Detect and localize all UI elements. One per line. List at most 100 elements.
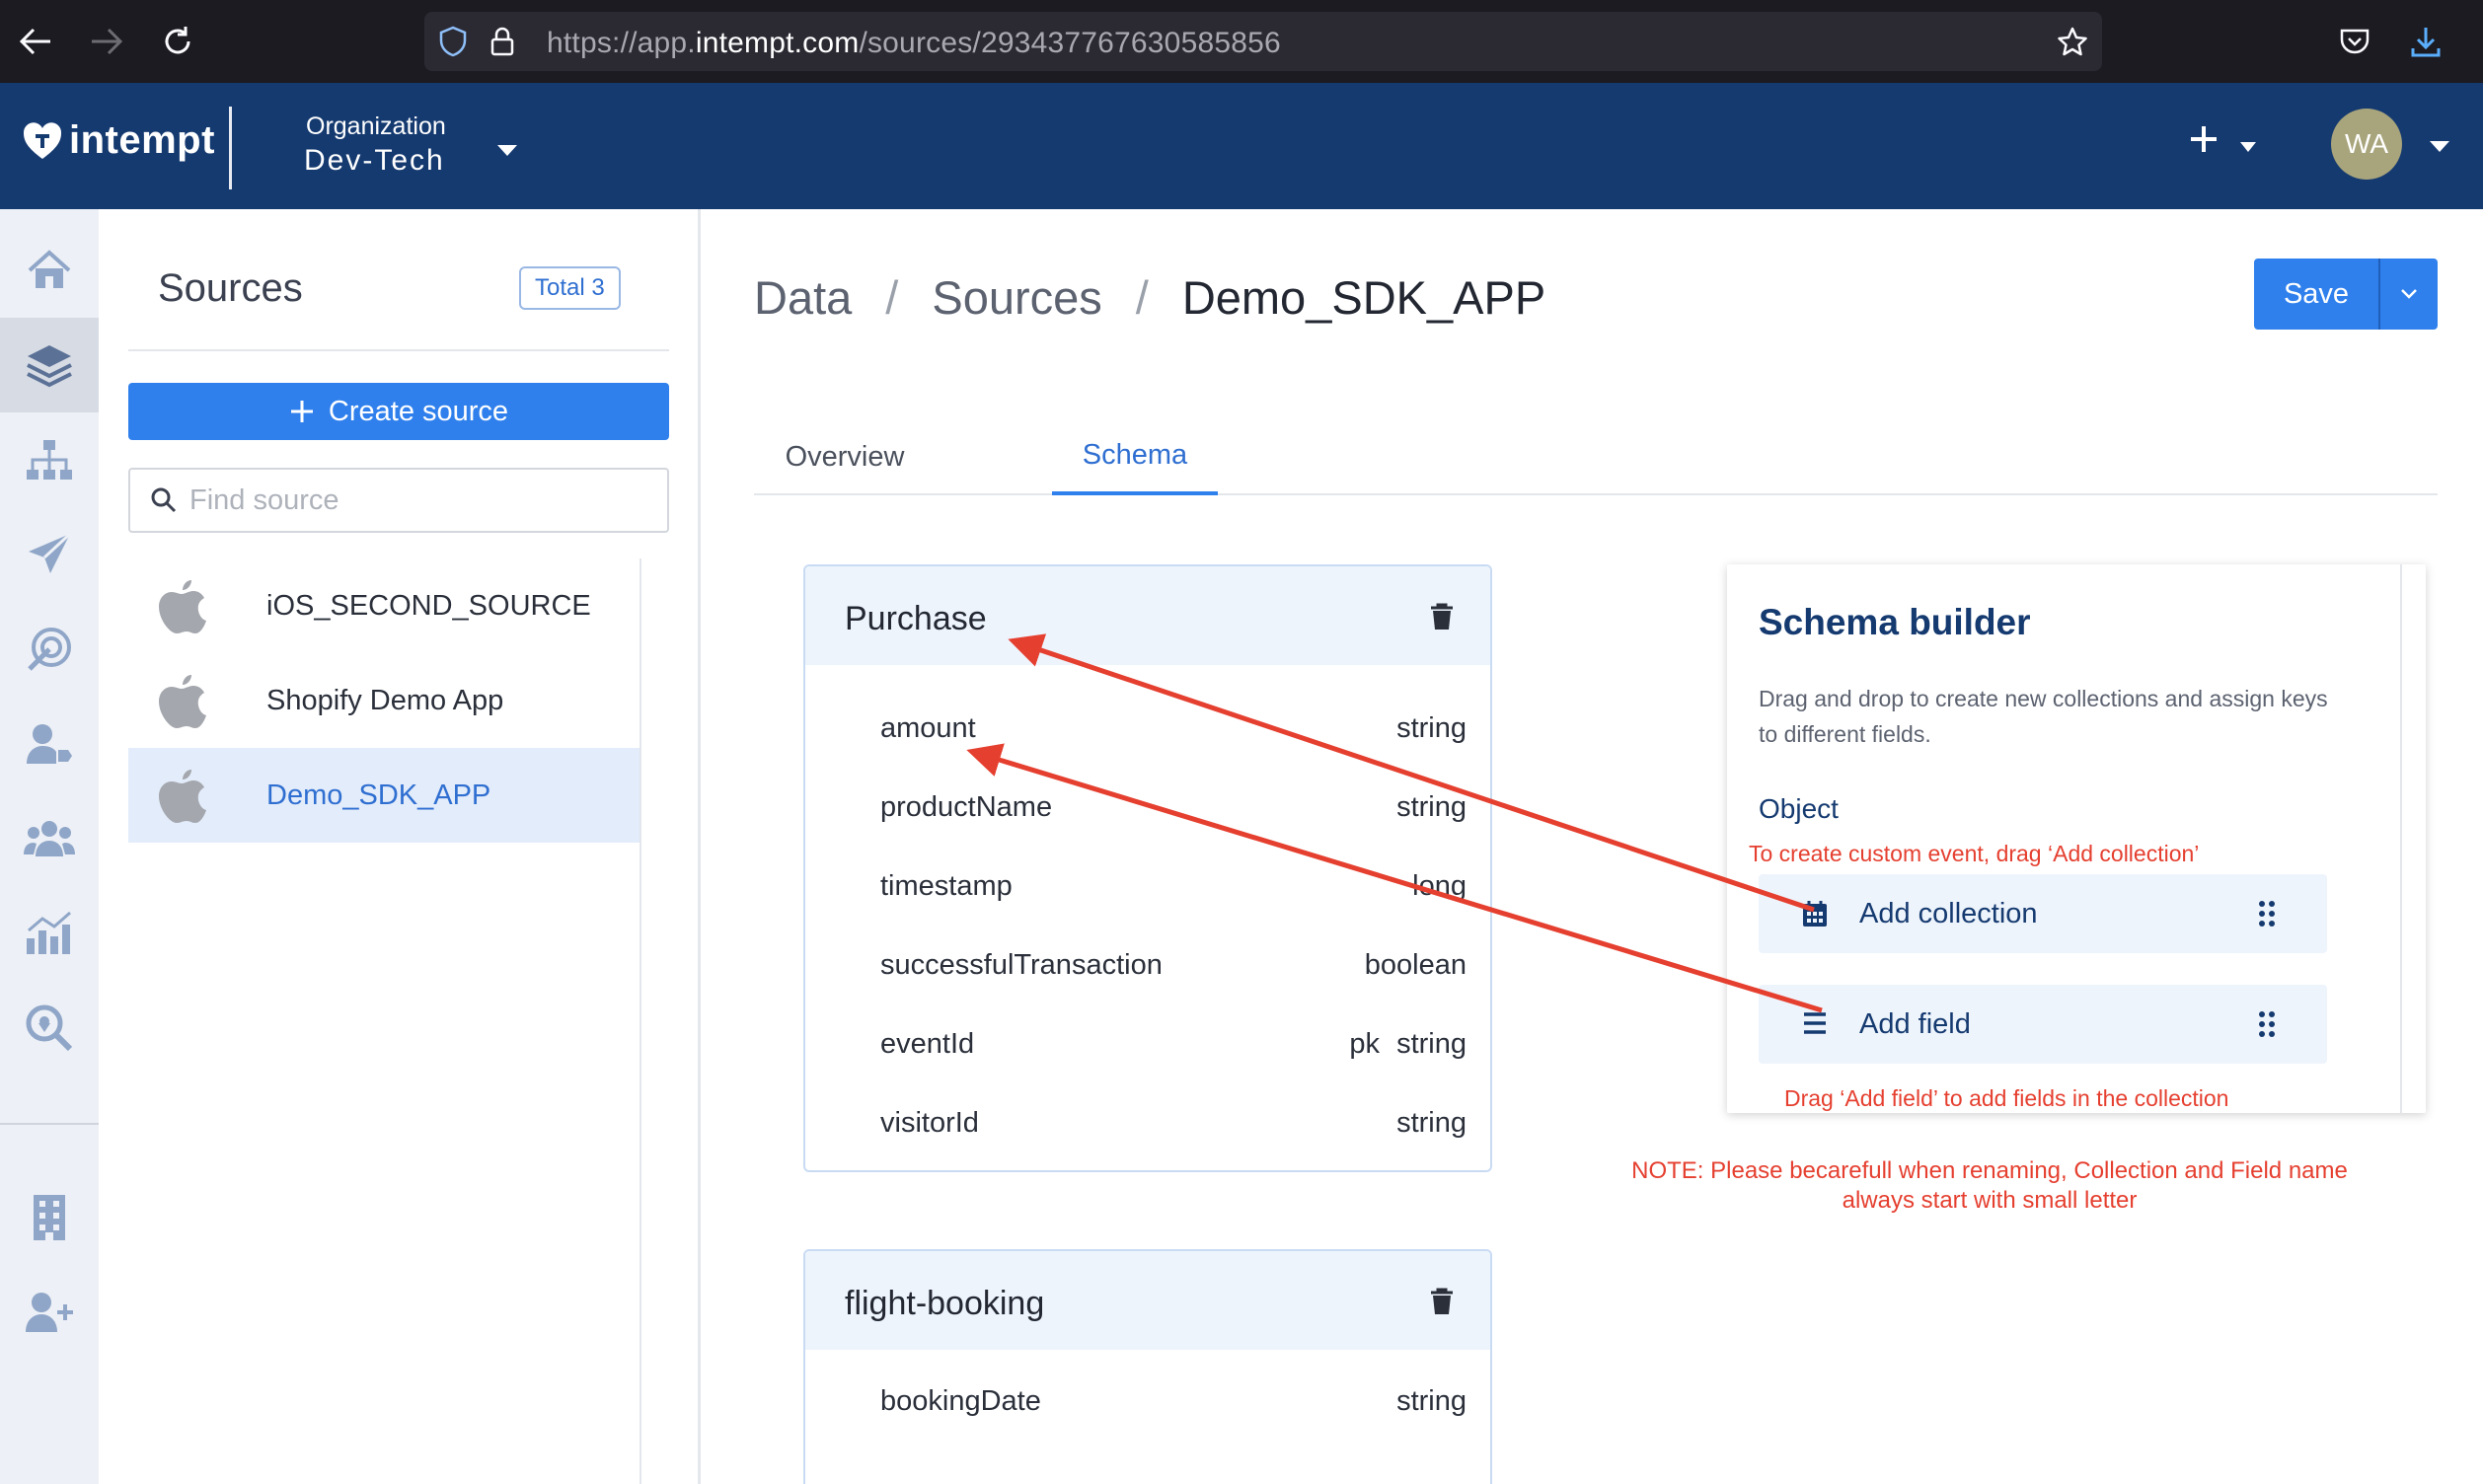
field-row[interactable]: visitorId string [805,1087,1490,1166]
field-row[interactable]: eventId pk string [805,1008,1490,1087]
create-source-button[interactable]: Create source [128,383,669,440]
plus-dropdown-caret-icon[interactable] [2238,140,2258,154]
rename-note: NOTE: Please becarefull when renaming, C… [1631,1157,2348,1214]
home-icon [28,250,71,288]
rail-segments[interactable] [0,791,99,886]
address-bar[interactable]: https://app.intempt.com/sources/29343776… [424,12,2102,71]
add-collection-label: Add collection [1859,898,2038,929]
tab-overview[interactable]: Overview [754,418,936,495]
shield-icon[interactable] [438,26,468,57]
paper-plane-icon [29,532,72,573]
save-button[interactable]: Save [2254,259,2380,330]
save-options-button[interactable] [2380,259,2438,330]
user-avatar[interactable]: WA [2331,109,2402,180]
field-type: string [1396,1385,1467,1417]
breadcrumb-sources[interactable]: Sources [932,270,1101,325]
field-row[interactable]: successfulTransaction boolean [805,929,1490,1008]
intempt-logo[interactable]: intempt [22,118,215,163]
builder-scrollbar[interactable] [2400,564,2402,1113]
bookmark-star-icon[interactable] [2057,26,2088,57]
url-text: https://app.intempt.com/sources/29343776… [547,27,1281,59]
drag-handle-icon[interactable] [2258,1010,2276,1038]
organization-name[interactable]: Dev-Tech [304,144,445,178]
field-type: long [1412,870,1467,902]
trash-icon[interactable] [1429,602,1455,631]
add-collection-draggable[interactable]: Add collection [1759,874,2327,953]
field-row[interactable]: bookingDate string [805,1366,1490,1445]
rail-organization[interactable] [0,1170,99,1265]
target-icon [28,628,71,671]
browser-toolbar: https://app.intempt.com/sources/29343776… [0,0,2483,83]
lock-icon[interactable] [489,26,515,57]
calendar-icon [1803,901,1827,927]
drag-handle-icon[interactable] [2258,900,2276,928]
download-icon[interactable] [2402,18,2449,65]
rail-home[interactable] [0,223,99,318]
pocket-icon[interactable] [2331,18,2378,65]
rail-data[interactable] [0,318,99,412]
main-content: Data / Sources / Demo_SDK_APP Save Overv… [703,209,2483,1484]
rail-targeting[interactable] [0,602,99,697]
field-type: string [1396,1028,1467,1060]
logo-text: intempt [69,118,215,162]
rail-users[interactable] [0,697,99,791]
collection-name[interactable]: Purchase [845,600,987,638]
source-item[interactable]: Shopify Demo App [128,653,641,748]
rail-analytics[interactable] [0,886,99,981]
find-source-field[interactable] [128,468,669,533]
rail-explore[interactable] [0,981,99,1076]
plus-icon[interactable] [2189,124,2219,154]
field-type: string [1396,791,1467,823]
logo-heart-icon [23,121,62,159]
create-source-label: Create source [328,395,509,427]
field-type: string [1396,712,1467,744]
field-row[interactable]: amount string [805,693,1490,772]
plus-icon [290,401,313,422]
user-menu-caret-icon[interactable] [2428,138,2451,154]
source-item[interactable]: iOS_SECOND_SOURCE [128,558,641,653]
add-field-hint: Drag ‘Add field’ to add fields in the co… [1784,1085,2229,1111]
search-icon [151,487,177,513]
rail-hierarchy[interactable] [0,412,99,507]
collection-header: Purchase [805,566,1490,665]
add-collection-hint: To create custom event, drag ‘Add collec… [1749,841,2200,866]
rail-campaigns[interactable] [0,507,99,602]
header-divider [229,107,232,189]
collection-name[interactable]: flight-booking [845,1285,1044,1323]
breadcrumb-separator: / [885,271,899,324]
apple-icon [159,675,206,728]
find-source-input[interactable] [189,483,624,517]
breadcrumb-data[interactable]: Data [754,270,852,325]
field-row[interactable]: productName string [805,772,1490,851]
app-header: intempt Organization Dev-Tech WA [0,83,2483,209]
org-dropdown-caret-icon[interactable] [495,142,519,158]
sources-panel: Sources Total 3 Create source iOS_SECOND… [99,209,701,1484]
rail-divider [0,1123,99,1125]
schema-builder-panel: Schema builder Drag and drop to create n… [1727,564,2426,1113]
field-name: eventId [880,1028,975,1060]
source-label: Shopify Demo App [266,684,504,716]
trash-icon[interactable] [1429,1287,1455,1316]
users-group-icon [24,821,75,856]
breadcrumb: Data / Sources / Demo_SDK_APP [754,270,1545,325]
chevron-down-icon [2401,289,2417,299]
field-row[interactable]: timestamp long [805,851,1490,929]
list-lines-icon [1804,1012,1826,1034]
add-field-draggable[interactable]: Add field [1759,985,2327,1064]
rail-invite-user[interactable] [0,1265,99,1360]
field-name: successfulTransaction [880,949,1163,981]
user-plus-icon [26,1293,73,1332]
source-item[interactable]: Demo_SDK_APP [128,748,641,843]
list-scrollbar[interactable] [640,558,641,1484]
tab-schema[interactable]: Schema [1052,418,1218,495]
source-label: iOS_SECOND_SOURCE [266,589,591,622]
icon-rail [0,209,99,1484]
field-name: visitorId [880,1107,979,1139]
search-location-icon [26,1004,73,1052]
forward-icon[interactable] [83,18,130,65]
back-icon[interactable] [12,18,59,65]
reload-icon[interactable] [154,18,201,65]
analytics-chart-icon [27,911,71,954]
schema-builder-description: Drag and drop to create new collections … [1759,686,2328,747]
save-button-group: Save [2254,259,2438,330]
